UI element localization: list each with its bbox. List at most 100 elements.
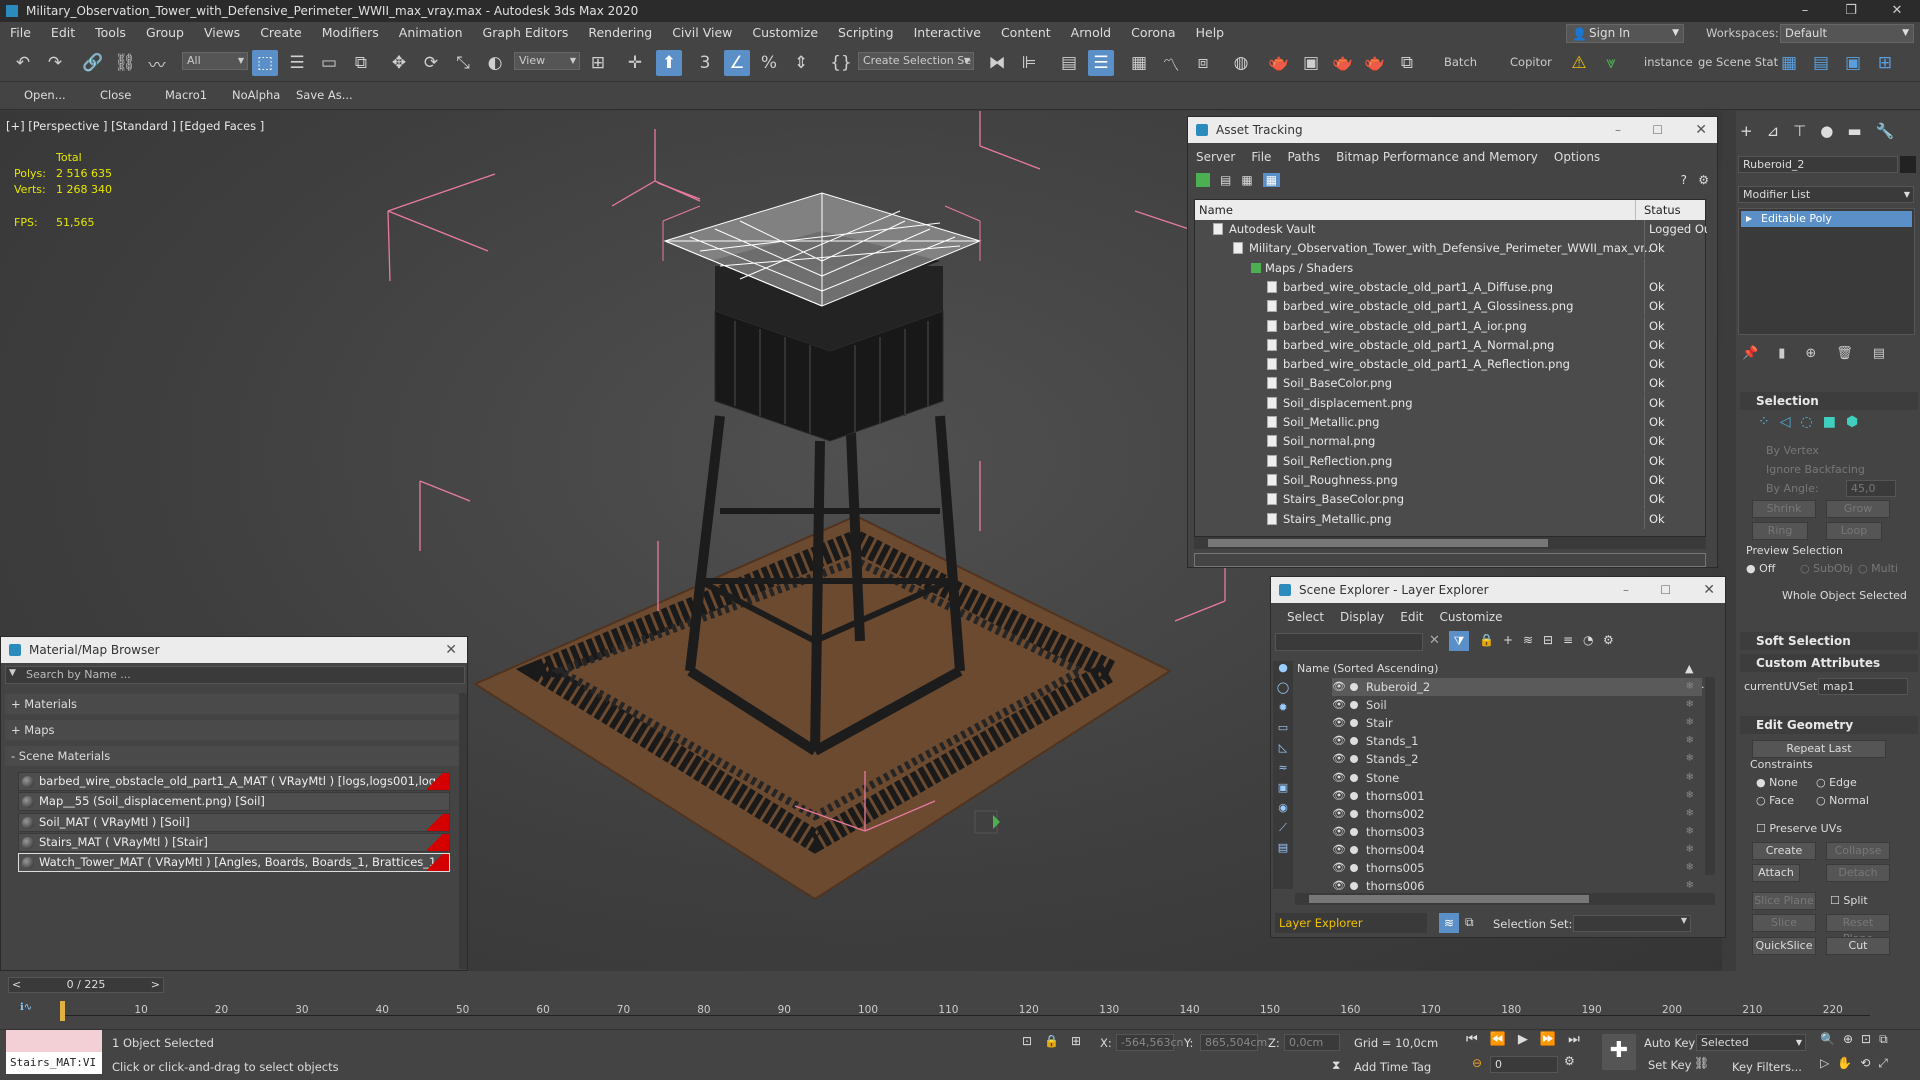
bind-spacewarp-icon[interactable]: 〰 [144, 50, 170, 76]
maxscript-listener-pink[interactable] [6, 1030, 102, 1052]
preview-off-radio[interactable]: ● Off [1746, 562, 1775, 575]
scene-material-item[interactable]: Watch_Tower_MAT ( VRayMtl ) [Angles, Boa… [18, 853, 450, 873]
window-crossing-icon[interactable]: ⧉ [348, 50, 374, 76]
refresh-icon[interactable] [1196, 173, 1210, 187]
layer-object-row[interactable]: 👁 thorns004 ❄ [1332, 841, 1702, 859]
asset-row[interactable]: Soil_Metallic.png Ok [1195, 413, 1707, 432]
render-dot-icon[interactable] [1350, 864, 1358, 872]
asset-row[interactable]: Stairs_Metallic.png Ok [1195, 509, 1707, 529]
utilities-tab-icon[interactable]: 🔧 [1876, 122, 1895, 140]
scene-explorer-titlebar[interactable]: Scene Explorer - Layer Explorer – ☐ ✕ [1271, 577, 1725, 603]
angle-spinner[interactable]: 45,0 [1846, 480, 1896, 497]
layout-icon[interactable]: ▤ [1808, 50, 1834, 76]
menu-corona[interactable]: Corona [1121, 22, 1185, 44]
render-dot-icon[interactable] [1350, 755, 1358, 764]
scene-material-item[interactable]: barbed_wire_obstacle_old_part1_A_MAT ( V… [18, 772, 450, 791]
add-icon[interactable]: ⊞ [1872, 50, 1898, 76]
batch-render-icon[interactable]: ⧉ [1394, 50, 1420, 76]
layers-icon[interactable]: ≋ [1523, 633, 1533, 647]
freeze-icon[interactable]: ❄ [1686, 805, 1694, 823]
ring-button[interactable]: Ring [1752, 522, 1808, 540]
polygon-icon[interactable]: ■ [1823, 414, 1836, 430]
isolate-icon[interactable]: ⊡ [1022, 1034, 1032, 1048]
freeze-icon[interactable]: ❄ [1686, 877, 1694, 895]
previous-frame-icon[interactable]: ⏪ [1490, 1032, 1506, 1047]
freeze-icon[interactable]: ❄ [1686, 696, 1694, 714]
grid-layout-icon[interactable]: ▦ [1776, 50, 1802, 76]
freeze-icon[interactable]: ❄ [1686, 732, 1694, 750]
settings-icon[interactable]: ⚙ [1698, 173, 1709, 187]
object-name-field[interactable]: Ruberoid_2 [1738, 156, 1898, 173]
render-dot-icon[interactable] [1350, 737, 1358, 746]
quickslice-button[interactable]: QuickSlice [1752, 937, 1816, 955]
configure-modifier-sets-icon[interactable]: ▤ [1873, 346, 1885, 361]
scene-state-button[interactable]: ge Scene Stat [1698, 55, 1778, 69]
layer-object-row[interactable]: 👁 Soil ❄ [1332, 696, 1702, 714]
render-dot-icon[interactable] [1350, 882, 1358, 891]
display-geometry-icon[interactable]: ● [1273, 661, 1293, 681]
vertex-icon[interactable]: ⁘ [1758, 414, 1770, 430]
freeze-icon[interactable]: ❄ [1686, 859, 1694, 877]
render-dot-icon[interactable] [1350, 701, 1358, 710]
display-helpers-icon[interactable]: ◺ [1273, 741, 1293, 761]
menu-scripting[interactable]: Scripting [828, 22, 904, 44]
visibility-eye-icon[interactable]: 👁 [1332, 805, 1346, 823]
orbit-icon[interactable]: ⟲ [1860, 1056, 1870, 1071]
split-checkbox[interactable]: ☐ Split [1830, 894, 1868, 907]
percent-snap-icon[interactable]: % [756, 50, 782, 76]
border-icon[interactable]: ◌ [1801, 414, 1813, 430]
time-tag-icon[interactable]: ⧗ [1332, 1058, 1340, 1073]
rectangular-selection-icon[interactable]: ▭ [316, 50, 342, 76]
motion-tab-icon[interactable]: ● [1820, 122, 1833, 140]
visibility-eye-icon[interactable]: 👁 [1332, 769, 1346, 787]
render-production-icon[interactable]: 🫖 [1330, 50, 1356, 76]
menu-views[interactable]: Views [194, 22, 250, 44]
freeze-icon[interactable]: ❄ [1686, 787, 1694, 805]
maximize-viewport-icon[interactable]: ⤢ [1878, 1056, 1888, 1071]
time-marker[interactable] [60, 1001, 65, 1021]
visibility-eye-icon[interactable]: 👁 [1332, 714, 1346, 732]
menu-group[interactable]: Group [136, 22, 194, 44]
detach-button[interactable]: Detach [1826, 864, 1890, 882]
asset-row[interactable]: barbed_wire_obstacle_old_part1_A_Normal.… [1195, 335, 1707, 355]
reset-plane-button[interactable]: Reset Plane [1826, 914, 1890, 945]
highlight-icon[interactable]: ◔ [1583, 633, 1593, 647]
vertical-scrollbar[interactable] [1705, 677, 1715, 875]
render-dot-icon[interactable] [1350, 773, 1358, 782]
menu-animation[interactable]: Animation [389, 22, 473, 44]
go-to-end-icon[interactable]: ⏭ [1568, 1032, 1580, 1047]
selection-set-dropdown[interactable]: ▼ [1573, 915, 1691, 932]
key-set-dropdown[interactable]: Selected ▼ [1696, 1034, 1806, 1051]
layer-object-row[interactable]: 👁 Stair ❄ [1332, 714, 1702, 732]
placement-icon[interactable]: ◐ [482, 50, 508, 76]
visibility-eye-icon[interactable]: 👁 [1332, 877, 1346, 895]
workspaces-dropdown[interactable]: Default ▼ [1780, 24, 1914, 43]
display-containers-icon[interactable]: ▤ [1273, 841, 1293, 861]
menu-customize[interactable]: Customize [742, 22, 828, 44]
asset-row[interactable]: Soil_Reflection.png Ok [1195, 451, 1707, 471]
minimize-icon[interactable]: – [1782, 0, 1828, 22]
column-status[interactable]: Status [1635, 200, 1707, 220]
list-view-icon[interactable]: ▤ [1220, 173, 1231, 187]
redo-icon[interactable]: ↷ [42, 50, 68, 76]
scale-icon[interactable]: ⤡ [450, 50, 476, 76]
layer-object-row[interactable]: 👁 thorns006 ❄ [1332, 877, 1702, 895]
chevron-right-icon[interactable]: > [151, 978, 160, 992]
key-mode-icon[interactable]: ⊖ [1472, 1056, 1482, 1070]
menu-rendering[interactable]: Rendering [578, 22, 662, 44]
angle-snap-icon[interactable]: ∠ [724, 50, 750, 76]
instance-button[interactable]: instance [1644, 55, 1693, 69]
visibility-eye-icon[interactable]: 👁 [1332, 859, 1346, 877]
menu-file[interactable]: File [0, 22, 41, 44]
menu-graph-editors[interactable]: Graph Editors [473, 22, 579, 44]
curve-editor-icon[interactable]: 〽 [1158, 50, 1184, 76]
visibility-eye-icon[interactable]: 👁 [1332, 678, 1346, 696]
undo-icon[interactable]: ↶ [10, 50, 36, 76]
menu-create[interactable]: Create [250, 22, 312, 44]
warning-icon[interactable]: ⚠ [1566, 50, 1592, 76]
menu-content[interactable]: Content [991, 22, 1061, 44]
close-icon[interactable]: ✕ [445, 637, 457, 663]
toggle-layer-explorer-icon[interactable]: ☰ [1088, 50, 1114, 76]
material-search-input[interactable]: ▼ Search by Name ... [5, 666, 465, 684]
table-view-icon[interactable]: ▦ [1262, 173, 1281, 187]
